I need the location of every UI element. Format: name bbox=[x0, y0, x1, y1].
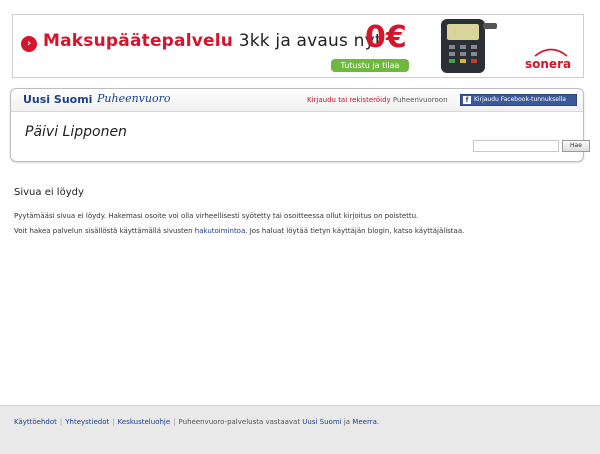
error-title: Sivua ei löydy bbox=[14, 187, 84, 198]
sonera-arc-icon bbox=[534, 48, 568, 57]
uusi-suomi-logo[interactable]: Uusi Suomi bbox=[23, 93, 92, 106]
sonera-brand: sonera bbox=[525, 57, 572, 71]
footer-link-terms[interactable]: Käyttöehdot bbox=[14, 418, 57, 426]
search-function-link[interactable]: hakutoimintoa bbox=[195, 227, 246, 235]
site-footer: Käyttöehdot | Yhteystiedot | Keskusteluohje |… bbox=[0, 405, 600, 454]
header-topbar: Uusi Suomi Puheenvuoro Kirjaudu tai reki… bbox=[11, 89, 583, 112]
ad-text-red: Maksupäätepalvelu bbox=[43, 31, 234, 51]
footer-separator: | bbox=[173, 418, 176, 426]
error-message: Pyytämääsi sivua ei löydy. Hakemasi osoi… bbox=[14, 212, 419, 220]
footer-link-publisher[interactable]: Uusi Suomi bbox=[302, 418, 341, 426]
sonera-logo: sonera bbox=[525, 47, 577, 71]
search-button[interactable]: Hae bbox=[562, 140, 590, 152]
footer-text-end: . bbox=[376, 418, 380, 426]
footer-separator: | bbox=[112, 418, 115, 426]
footer-link-rules[interactable]: Keskusteluohje bbox=[118, 418, 171, 426]
footer-separator: | bbox=[59, 418, 63, 426]
ad-headline: Maksupäätepalvelu 3kk ja avaus nyt bbox=[43, 31, 382, 51]
help-message: Voit hakea palvelun sisällöstä käyttämäl… bbox=[14, 227, 464, 235]
login-link[interactable]: Kirjaudu tai rekisteröidy bbox=[307, 96, 391, 104]
puheenvuoro-logo[interactable]: Puheenvuoro bbox=[97, 92, 170, 105]
facebook-button-label: Kirjaudu Facebook-tunnuksella bbox=[474, 96, 566, 103]
facebook-login-button[interactable]: f Kirjaudu Facebook-tunnuksella bbox=[460, 94, 577, 106]
help-message-suffix: . Jos haluat löytää tietyn käyttäjän blo… bbox=[245, 227, 465, 235]
login-area: Kirjaudu tai rekisteröidy Puheenvuoroon bbox=[307, 96, 448, 104]
help-message-prefix: Voit hakea palvelun sisällöstä käyttämäl… bbox=[14, 227, 195, 235]
login-suffix: Puheenvuoroon bbox=[390, 96, 448, 104]
facebook-icon: f bbox=[463, 96, 471, 104]
page-title: Päivi Lipponen bbox=[25, 124, 127, 140]
footer-links: Käyttöehdot | Yhteystiedot | Keskusteluohje |… bbox=[14, 418, 379, 426]
ad-text-dark: 3kk ja avaus nyt bbox=[233, 31, 382, 51]
ad-cta-button[interactable]: Tutustu ja tilaa bbox=[331, 59, 409, 72]
payment-terminal-icon bbox=[441, 19, 497, 73]
footer-link-contact[interactable]: Yhteystiedot bbox=[65, 418, 109, 426]
footer-text-and: ja bbox=[341, 418, 353, 426]
arrow-right-icon: › bbox=[21, 36, 37, 52]
banner-ad[interactable]: › Maksupäätepalvelu 3kk ja avaus nyt 0€ … bbox=[12, 14, 584, 78]
footer-link-partner[interactable]: Meerra bbox=[352, 418, 377, 426]
site-header: Uusi Suomi Puheenvuoro Kirjaudu tai reki… bbox=[10, 88, 590, 162]
footer-text: Puheenvuoro-palvelusta vastaavat bbox=[178, 418, 303, 426]
ad-price: 0€ bbox=[365, 20, 407, 55]
search-input[interactable] bbox=[473, 140, 559, 152]
